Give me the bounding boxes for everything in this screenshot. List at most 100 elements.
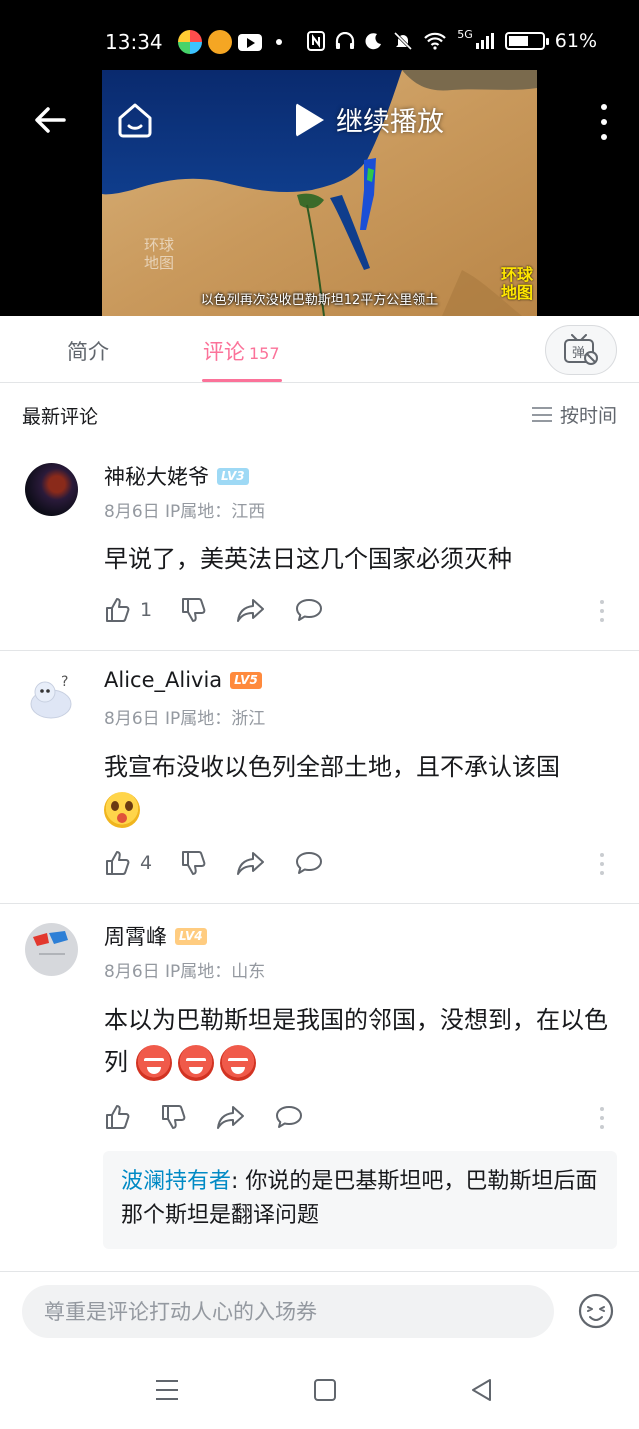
dislike-button[interactable] [180, 596, 208, 624]
app-notification-icon [178, 30, 202, 54]
more-dot [601, 134, 607, 140]
comment-ip: IP属地：江西 [165, 502, 266, 522]
avatar[interactable] [25, 463, 78, 516]
more-dot [601, 104, 607, 110]
menu-icon [156, 1380, 178, 1400]
comment-actions: 1 [104, 596, 352, 624]
tab-comments-count: 157 [249, 344, 280, 363]
status-indicators: 5G 61% [307, 28, 597, 52]
tab-active-indicator [202, 379, 282, 382]
moon-icon [365, 33, 382, 50]
system-nav-bar [0, 1351, 639, 1429]
angry-emoji-icon [219, 1045, 256, 1081]
battery-percent: 61% [554, 30, 597, 52]
nfc-icon [307, 31, 326, 51]
share-icon [237, 852, 265, 875]
svg-text:弹: 弹 [572, 346, 585, 361]
comment-meta: 8月6日 IP属地：山东 [104, 957, 265, 982]
nav-home-button[interactable] [310, 1375, 340, 1405]
avatar-image [33, 931, 68, 955]
chat-bubble-icon [296, 599, 323, 621]
tab-bar: 简介 评论 157 [0, 316, 639, 383]
dislike-button[interactable] [180, 849, 208, 877]
comment-content: 早说了，美英法日这几个国家必须灭种 [104, 545, 512, 573]
back-button[interactable] [30, 100, 70, 140]
dislike-button[interactable] [160, 1103, 188, 1131]
comment-meta: 8月6日 IP属地：江西 [104, 497, 265, 522]
reply-button[interactable] [274, 1103, 304, 1131]
thumbs-up-icon [106, 1105, 130, 1129]
username: 周霄峰 [104, 925, 167, 949]
comment-date: 8月6日 [104, 709, 160, 729]
comment-more-button[interactable] [600, 1107, 606, 1129]
comment-input-bar [0, 1271, 639, 1351]
share-button[interactable] [236, 596, 266, 624]
danmaku-off-icon: 弹 [564, 334, 598, 365]
avatar[interactable] [25, 923, 78, 976]
chat-bubble-icon [296, 852, 323, 874]
like-count: 4 [140, 852, 153, 874]
like-button[interactable]: 1 [104, 596, 152, 624]
comment-ip: IP属地：浙江 [165, 709, 266, 729]
tab-comments-label: 评论 [203, 340, 245, 364]
like-count: 1 [140, 599, 153, 621]
sub-reply-preview[interactable]: 波澜持有者: 你说的是巴基斯坦吧，巴勒斯坦后面那个斯坦是翻译问题 [103, 1151, 617, 1249]
thumbs-down-icon [182, 851, 206, 875]
youtube-icon [238, 33, 262, 51]
thumbs-up-icon [106, 598, 130, 622]
sort-icon [531, 407, 552, 422]
tab-intro[interactable]: 简介 [67, 336, 109, 366]
comment-author[interactable]: 神秘大姥爷 LV3 [104, 461, 249, 491]
username: 神秘大姥爷 [104, 465, 209, 489]
status-app-icons [178, 30, 282, 54]
reply-button[interactable] [294, 849, 324, 877]
mute-icon [394, 31, 413, 51]
comment-text: 我宣布没收以色列全部土地，且不承认该国 [104, 753, 560, 781]
headphones-icon [336, 32, 355, 49]
comment-date: 8月6日 [104, 962, 160, 982]
emoji-button[interactable] [578, 1293, 614, 1329]
angry-emoji-icon [177, 1045, 214, 1081]
comment-more-button[interactable] [600, 853, 606, 875]
sort-by-time-button[interactable]: 按时间 [531, 401, 617, 428]
danmaku-toggle-button[interactable]: 弹 [545, 325, 617, 375]
nav-menu-button[interactable] [152, 1375, 182, 1405]
arrow-left-icon [35, 107, 66, 133]
bird-avatar-image: ? [30, 674, 72, 719]
reply-button[interactable] [294, 596, 324, 624]
angry-emoji-icon [135, 1045, 172, 1081]
home-button[interactable] [113, 98, 157, 142]
comment-more-button[interactable] [600, 600, 606, 622]
dot-icon [276, 39, 282, 45]
divider [0, 903, 639, 904]
reply-username[interactable]: 波澜持有者 [121, 1169, 231, 1194]
share-button[interactable] [236, 849, 266, 877]
more-options-button[interactable] [592, 102, 616, 142]
comment-date: 8月6日 [104, 502, 160, 522]
comment-author[interactable]: 周霄峰 LV4 [104, 921, 207, 951]
list-title: 最新评论 [22, 406, 99, 428]
tab-comments[interactable]: 评论 157 [203, 336, 280, 366]
weibo-icon [208, 30, 232, 54]
resume-play-button[interactable]: 继续播放 [296, 100, 444, 139]
share-button[interactable] [216, 1103, 246, 1131]
like-button[interactable]: 4 [104, 849, 152, 877]
like-button[interactable] [104, 1103, 132, 1131]
level-badge: LV4 [175, 927, 207, 945]
emoji-face-icon [578, 1293, 614, 1329]
nav-back-button[interactable] [467, 1375, 497, 1405]
divider [0, 650, 639, 651]
battery-icon [504, 32, 549, 50]
svg-text:?: ? [61, 674, 68, 690]
more-dot [601, 119, 607, 125]
resume-label: 继续播放 [336, 107, 444, 138]
comment-author[interactable]: Alice_Alivia LV5 [104, 668, 262, 692]
avatar[interactable]: ? [25, 670, 78, 723]
home-icon [118, 103, 152, 138]
comment-input[interactable] [22, 1285, 554, 1338]
battery-level [508, 36, 529, 46]
comment-meta: 8月6日 IP属地：浙江 [104, 704, 265, 729]
triangle-back-icon [472, 1379, 491, 1401]
shocked-emoji-icon [104, 792, 140, 828]
wifi-icon [424, 32, 447, 50]
